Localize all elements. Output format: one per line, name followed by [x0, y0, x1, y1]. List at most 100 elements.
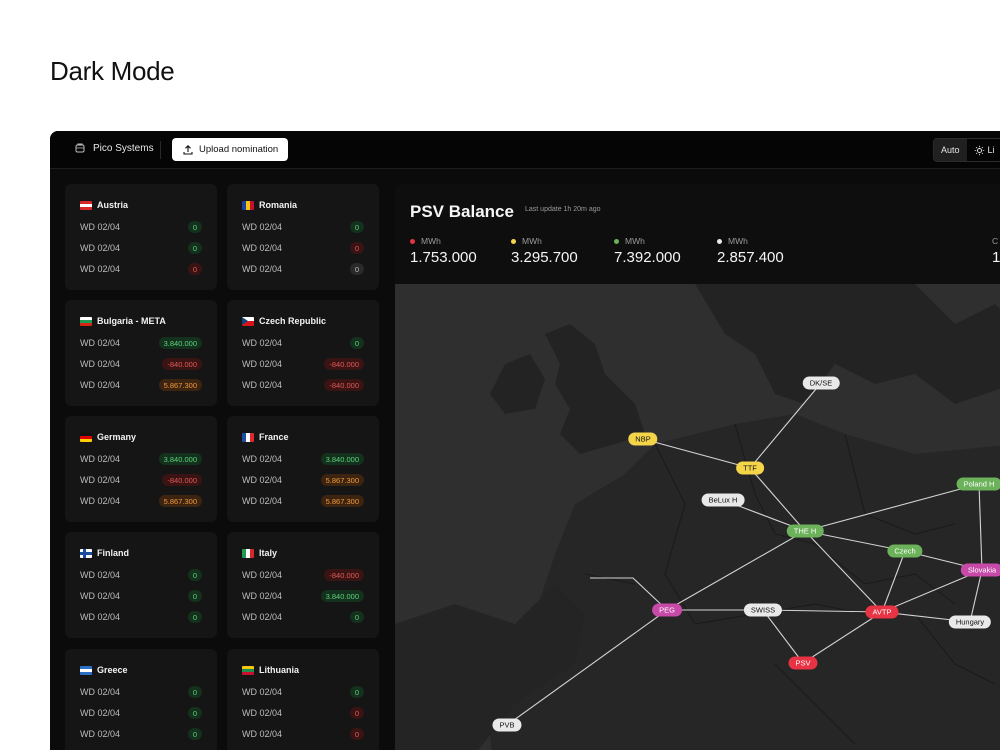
balance-badge: 5.867.300	[320, 474, 364, 486]
hub-node-avtp[interactable]: AVTP	[865, 605, 899, 619]
gas-day-label: WD 02/04	[242, 591, 283, 601]
country-card[interactable]: Greece WD 02/04 0 WD 02/04 0 WD 02/04 0	[65, 649, 217, 750]
country-name: Czech Republic	[259, 316, 327, 326]
hub-node-hungary[interactable]: Hungary	[948, 615, 992, 629]
gas-day-label: WD 02/04	[80, 264, 121, 274]
upload-icon	[183, 144, 193, 155]
card-header: Bulgaria - META	[80, 316, 166, 326]
balance-badge: 0	[187, 242, 202, 254]
country-card[interactable]: France WD 02/04 3.840.000 WD 02/04 5.867.300…	[227, 416, 379, 522]
stat-value: 3.295.700	[511, 249, 578, 266]
balance-badge: 0	[187, 707, 202, 719]
gas-day-label: WD 02/04	[242, 475, 283, 485]
upload-nomination-button[interactable]: Upload nomination	[172, 138, 289, 161]
balance-badge: 0	[349, 263, 364, 275]
hub-node-nbp[interactable]: NBP	[628, 432, 658, 446]
stat-unit: MWh	[511, 236, 578, 246]
brand[interactable]: Pico Systems	[74, 142, 154, 154]
balance-badge: 0	[349, 221, 364, 233]
nomination-row: WD 02/04 -840.000	[242, 357, 364, 371]
balance-badge: 0	[349, 686, 364, 698]
country-card[interactable]: Czech Republic WD 02/04 0 WD 02/04 -840.000 W…	[227, 300, 379, 406]
stat-unit-text: MWh	[728, 236, 748, 246]
country-name: Italy	[259, 548, 278, 558]
hub-node-theh[interactable]: THE H	[786, 524, 824, 538]
page-heading: Dark Mode	[50, 56, 175, 86]
flag-icon	[242, 200, 254, 210]
nomination-row: WD 02/04 0	[80, 589, 202, 603]
gas-day-label: WD 02/04	[242, 338, 283, 348]
brand-name: Pico Systems	[93, 142, 154, 154]
flag-icon	[242, 432, 254, 442]
balance-badge: 0	[187, 686, 202, 698]
balance-badge: -840.000	[324, 379, 364, 391]
gas-day-label: WD 02/04	[242, 380, 283, 390]
hub-node-peg[interactable]: PEG	[652, 603, 682, 617]
nomination-row: WD 02/04 0	[80, 685, 202, 699]
gas-day-label: WD 02/04	[242, 612, 283, 622]
balance-badge: -840.000	[324, 358, 364, 370]
country-card[interactable]: Finland WD 02/04 0 WD 02/04 0 WD 02/04 0	[65, 532, 217, 638]
hub-node-slovakia[interactable]: Slovakia	[960, 563, 1000, 577]
country-card[interactable]: Italy WD 02/04 -840.000 WD 02/04 3.840.000 WD…	[227, 532, 379, 638]
gas-day-label: WD 02/04	[80, 380, 121, 390]
country-card[interactable]: Romania WD 02/04 0 WD 02/04 0 WD 02/04 0	[227, 184, 379, 290]
gas-day-label: WD 02/04	[242, 359, 283, 369]
balance-badge: 0	[187, 263, 202, 275]
theme-light-label: Li	[987, 145, 995, 155]
gas-day-label: WD 02/04	[80, 454, 121, 464]
theme-light-option[interactable]: Li	[967, 139, 1000, 161]
balance-badge: -840.000	[162, 474, 202, 486]
hub-node-swiss[interactable]: SWISS	[743, 603, 783, 617]
flag-icon	[242, 665, 254, 675]
country-name: Lithuania	[259, 665, 299, 675]
country-card[interactable]: Austria WD 02/04 0 WD 02/04 0 WD 02/04 0	[65, 184, 217, 290]
gas-day-label: WD 02/04	[242, 496, 283, 506]
country-name: Romania	[259, 200, 298, 210]
country-name: France	[259, 432, 289, 442]
nomination-row: WD 02/04 0	[242, 220, 364, 234]
hub-node-pvb[interactable]: PVB	[492, 718, 522, 732]
theme-auto-option[interactable]: Auto	[934, 139, 967, 161]
gas-day-label: WD 02/04	[242, 708, 283, 718]
hub-node-belux[interactable]: BeLux H	[701, 493, 745, 507]
gas-day-label: WD 02/04	[80, 708, 121, 718]
flag-icon	[80, 200, 92, 210]
brand-icon	[75, 143, 85, 153]
balance-badge: 3.840.000	[158, 337, 202, 349]
country-name: Finland	[97, 548, 129, 558]
gas-day-label: WD 02/04	[80, 612, 121, 622]
gas-day-label: WD 02/04	[80, 591, 121, 601]
nomination-row: WD 02/04 0	[80, 262, 202, 276]
hub-node-dkse[interactable]: DK/SE	[802, 376, 840, 390]
country-card[interactable]: Germany WD 02/04 3.840.000 WD 02/04 -840.000…	[65, 416, 217, 522]
gas-day-label: WD 02/04	[242, 222, 283, 232]
balance-badge: 0	[349, 242, 364, 254]
nomination-row: WD 02/04 0	[242, 241, 364, 255]
flag-icon	[80, 665, 92, 675]
country-card[interactable]: Lithuania WD 02/04 0 WD 02/04 0 WD 02/04 0	[227, 649, 379, 750]
nomination-row: WD 02/04 5.867.300	[80, 494, 202, 508]
card-header: Czech Republic	[242, 316, 326, 326]
balance-badge: -840.000	[162, 358, 202, 370]
stat-value: 2.857.400	[717, 249, 784, 266]
pipeline-map[interactable]: DK/SE NBP TTF BeLux H Poland H THE H Czech Slov…	[395, 284, 1000, 750]
gas-day-label: WD 02/04	[80, 729, 121, 739]
stat-unit-text: MWh	[522, 236, 542, 246]
hub-node-polandh[interactable]: Poland H	[956, 477, 1000, 491]
hub-node-psv[interactable]: PSV	[788, 656, 818, 670]
country-card[interactable]: Bulgaria - META WD 02/04 3.840.000 WD 02/04…	[65, 300, 217, 406]
nomination-row: WD 02/04 0	[242, 706, 364, 720]
stat-unit-text: MWh	[625, 236, 645, 246]
nomination-row: WD 02/04 3.840.000	[242, 452, 364, 466]
sun-icon	[974, 145, 984, 155]
gas-day-label: WD 02/04	[80, 496, 121, 506]
country-name: Bulgaria - META	[97, 316, 166, 326]
hub-node-czech[interactable]: Czech	[887, 544, 923, 558]
hub-node-ttf[interactable]: TTF	[736, 461, 764, 475]
gas-day-label: WD 02/04	[242, 243, 283, 253]
balance-stat: MWh 2.857.400	[717, 236, 784, 266]
stat-value: 7.392.000	[614, 249, 681, 266]
land-scandinavia	[695, 284, 1000, 404]
balance-badge: 0	[187, 590, 202, 602]
